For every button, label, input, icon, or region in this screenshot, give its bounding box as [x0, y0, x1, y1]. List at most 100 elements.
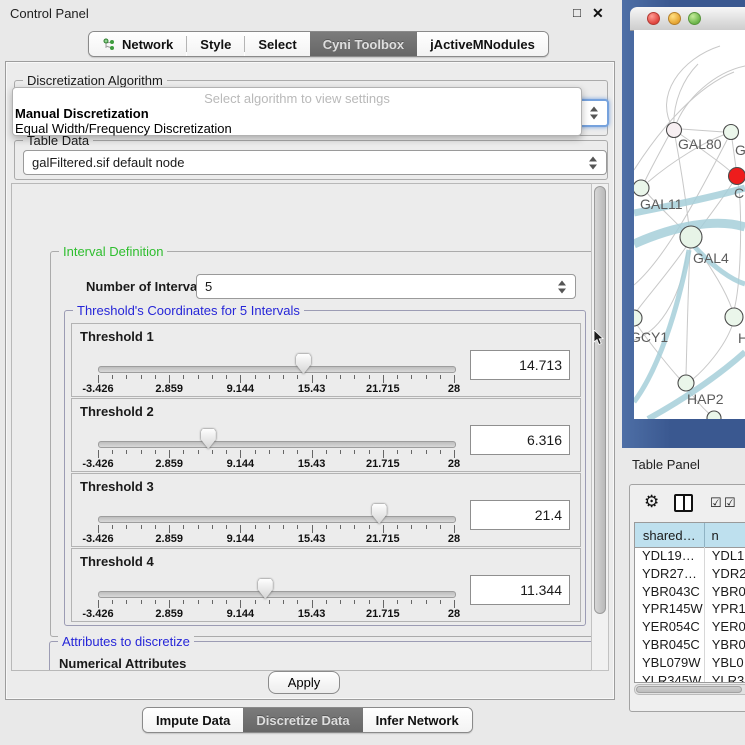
tick-label: 28: [448, 533, 460, 545]
network-node-h[interactable]: [725, 308, 743, 326]
number-of-intervals-spinner[interactable]: 5: [196, 274, 576, 299]
threshold-slider-track[interactable]: [98, 441, 456, 448]
tab-cyni-toolbox[interactable]: Cyni Toolbox: [310, 32, 417, 56]
threshold-slider-thumb[interactable]: [296, 354, 311, 374]
split-columns-icon[interactable]: [674, 494, 693, 512]
minor-tick: [297, 450, 298, 454]
minor-tick: [369, 450, 370, 454]
threshold-slider-track[interactable]: [98, 591, 456, 598]
table-panel-title: Table Panel: [632, 457, 700, 472]
minor-tick: [212, 525, 213, 529]
minor-tick: [354, 450, 355, 454]
checkbox-icon[interactable]: ☑: [710, 495, 722, 511]
tick-label: 9.144: [227, 608, 255, 620]
network-node-g[interactable]: [724, 125, 739, 140]
tab-infer-network[interactable]: Infer Network: [363, 708, 472, 732]
minor-tick: [397, 375, 398, 379]
main-scrollbar-thumb[interactable]: [594, 186, 606, 614]
tick-label: 15.43: [298, 458, 326, 470]
main-scrollbar[interactable]: [591, 183, 609, 671]
threshold-slider-track[interactable]: [98, 366, 456, 373]
column-header[interactable]: n: [705, 523, 745, 547]
table-horizontal-scrollbar[interactable]: [634, 684, 745, 695]
threshold-value-field[interactable]: 11.344: [470, 575, 570, 605]
combo-arrows-icon: [589, 156, 597, 169]
minor-tick: [411, 600, 412, 604]
float-window-icon[interactable]: □: [573, 5, 581, 20]
table-cell: YLR3: [705, 672, 745, 683]
tab-label: Network: [122, 37, 173, 52]
network-node-gal11[interactable]: [634, 180, 649, 196]
tab-network[interactable]: Network: [89, 32, 186, 56]
threshold-slider-track[interactable]: [98, 516, 456, 523]
numerical-attributes-label: Numerical Attributes: [59, 656, 186, 671]
minor-tick: [198, 375, 199, 379]
major-tick: [98, 600, 99, 608]
minimize-traffic-light-icon[interactable]: [668, 12, 681, 25]
network-node[interactable]: [707, 411, 721, 419]
table-row[interactable]: YPR145WYPR1: [635, 600, 745, 618]
minor-tick: [297, 375, 298, 379]
apply-button[interactable]: Apply: [268, 671, 340, 694]
table-row[interactable]: YBL079WYBL0: [635, 654, 745, 672]
table-row[interactable]: YLR345WYLR3: [635, 672, 745, 683]
node-label: GAL80: [678, 136, 722, 152]
threshold-slider-thumb[interactable]: [372, 504, 387, 524]
network-node-gcy1[interactable]: [634, 310, 642, 326]
network-graph: GAL80GCGAL11GAL4GCY1HHAP2: [634, 30, 745, 419]
tick-label: 9.144: [227, 383, 255, 395]
network-node-c[interactable]: [729, 168, 745, 185]
minor-tick: [426, 525, 427, 529]
network-edge: [734, 184, 741, 310]
major-tick: [312, 375, 313, 383]
tab-jactivemnodules[interactable]: jActiveMNodules: [417, 32, 548, 56]
thresholds-group-title: Threshold's Coordinates for 5 Intervals: [73, 303, 304, 318]
column-header[interactable]: shared…: [635, 523, 705, 547]
tab-impute-data[interactable]: Impute Data: [143, 708, 243, 732]
minor-tick: [411, 375, 412, 379]
table-data-combo[interactable]: galFiltered.sif default node: [23, 150, 607, 175]
minor-tick: [326, 600, 327, 604]
major-tick: [169, 375, 170, 383]
network-node-gal4[interactable]: [680, 226, 702, 248]
close-traffic-light-icon[interactable]: [647, 12, 660, 25]
threshold-slider-thumb[interactable]: [258, 579, 273, 599]
attributes-group-title: Attributes to discretize: [58, 634, 194, 649]
table-row[interactable]: YDR27…YDR2: [635, 565, 745, 583]
minor-tick: [183, 450, 184, 454]
minor-tick: [112, 450, 113, 454]
algorithm-option[interactable]: Equal Width/Frequency Discretization: [13, 121, 581, 136]
table-hscroll-thumb[interactable]: [636, 686, 742, 693]
tab-style[interactable]: Style: [187, 32, 244, 56]
table-row[interactable]: YDL19…YDL1: [635, 547, 745, 565]
tab-select[interactable]: Select: [245, 32, 309, 56]
algorithm-option[interactable]: Manual Discretization: [13, 106, 581, 121]
table-row[interactable]: YBR043CYBR0: [635, 583, 745, 601]
algorithm-hint: Select algorithm to view settings: [13, 92, 581, 106]
zoom-traffic-light-icon[interactable]: [688, 12, 701, 25]
minor-tick: [440, 450, 441, 454]
minor-tick: [369, 600, 370, 604]
table-row[interactable]: YBR045CYBR0: [635, 636, 745, 654]
major-tick: [383, 450, 384, 458]
table-row[interactable]: YER054CYER0: [635, 618, 745, 636]
major-tick: [169, 525, 170, 533]
threshold-value-field[interactable]: 14.713: [470, 350, 570, 380]
bottom-tabbar: Impute DataDiscretize DataInfer Network: [142, 707, 473, 733]
close-icon[interactable]: ✕: [592, 5, 604, 22]
minor-tick: [255, 375, 256, 379]
network-node-hap2[interactable]: [678, 375, 694, 391]
minor-tick: [283, 600, 284, 604]
minor-tick: [141, 525, 142, 529]
threshold-label: Threshold 1: [80, 329, 154, 344]
network-canvas[interactable]: GAL80GCGAL11GAL4GCY1HHAP2: [634, 30, 745, 419]
threshold-slider-thumb[interactable]: [201, 429, 216, 449]
checkbox-icon[interactable]: ☑: [724, 495, 736, 511]
gear-icon[interactable]: ⚙: [644, 492, 659, 512]
window-title: Control Panel: [10, 6, 89, 21]
network-window-titlebar: [630, 7, 745, 31]
tab-discretize-data[interactable]: Discretize Data: [243, 708, 362, 732]
threshold-value-field[interactable]: 21.4: [470, 500, 570, 530]
minor-tick: [141, 450, 142, 454]
threshold-value-field[interactable]: 6.316: [470, 425, 570, 455]
